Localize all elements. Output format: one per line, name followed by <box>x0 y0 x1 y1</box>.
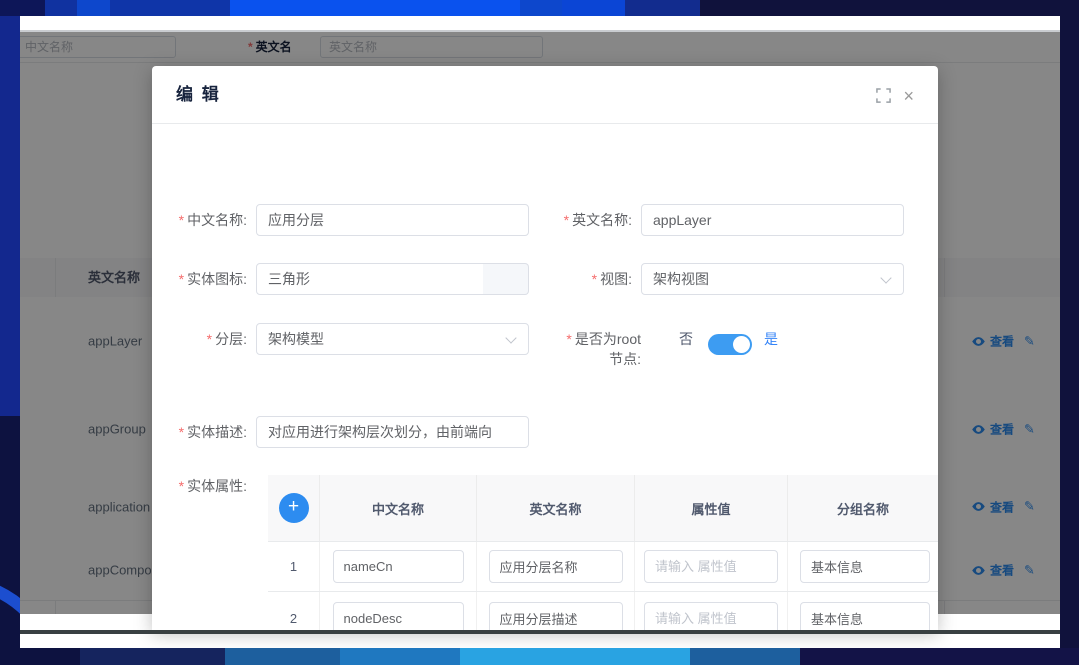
attr-col-cn-name: 中文名称 <box>320 475 477 541</box>
attr-col-en-name: 英文名称 <box>477 475 635 541</box>
entity-desc-input[interactable] <box>256 416 529 448</box>
is-root-toggle[interactable] <box>708 334 752 355</box>
is-root-label: *是否为root节点: <box>561 323 641 369</box>
row-index: 1 <box>290 559 297 574</box>
desktop-left-edge <box>0 16 20 648</box>
entity-icon-label: *实体图标: <box>156 263 247 295</box>
add-attribute-button[interactable]: + <box>279 493 309 523</box>
toggle-on-text: 是 <box>764 323 778 355</box>
en-name-input[interactable] <box>641 204 904 236</box>
fullscreen-icon[interactable] <box>876 88 891 103</box>
attr-en-input[interactable] <box>489 602 623 630</box>
layer-label: *分层: <box>156 323 247 355</box>
view-label: *视图: <box>541 263 632 295</box>
attr-table-header: + 中文名称 英文名称 属性值 分组名称 <box>268 475 938 542</box>
modal-header: 编 辑 × <box>152 66 938 124</box>
en-name-label: *英文名称: <box>541 204 632 236</box>
view-select-value: 架构视图 <box>653 271 709 287</box>
edit-modal: 编 辑 × *中文名称: *英文名称: *实体图标: <box>152 66 938 630</box>
attr-value-input[interactable] <box>644 602 778 630</box>
attr-row: 1 <box>268 542 938 592</box>
cn-name-label: *中文名称: <box>156 204 247 236</box>
attr-cn-input[interactable] <box>333 602 464 630</box>
row-index: 2 <box>290 611 297 626</box>
layer-select-value: 架构模型 <box>268 331 324 347</box>
window-titlebar <box>20 16 1060 32</box>
modal-title: 编 辑 <box>176 66 221 123</box>
entity-icon-input[interactable] <box>256 263 484 295</box>
attr-row: 2 <box>268 592 938 630</box>
modal-body: *中文名称: *英文名称: *实体图标: *视图: 架构视图 *分层: <box>152 124 938 630</box>
cn-name-input[interactable] <box>256 204 529 236</box>
entity-icon-picker-button[interactable] <box>483 263 529 295</box>
entity-attrs-label: *实体属性: <box>156 476 247 496</box>
attr-group-input[interactable] <box>800 550 930 583</box>
desktop-right-edge <box>1060 0 1079 665</box>
attr-group-input[interactable] <box>800 602 930 630</box>
entity-attrs-table: + 中文名称 英文名称 属性值 分组名称 1 2 <box>268 475 938 630</box>
window-bottom-edge <box>20 630 1060 634</box>
attr-col-value: 属性值 <box>635 475 788 541</box>
chevron-down-icon <box>505 332 516 343</box>
attr-value-input[interactable] <box>644 550 778 583</box>
attr-col-group: 分组名称 <box>788 475 938 541</box>
close-icon[interactable]: × <box>903 89 914 103</box>
chevron-down-icon <box>880 272 891 283</box>
attr-cn-input[interactable] <box>333 550 464 583</box>
toggle-off-text: 否 <box>679 323 693 355</box>
desktop-bottom-band <box>0 648 1079 665</box>
entity-desc-label: *实体描述: <box>156 416 247 448</box>
desktop-canvas: *英文名 英文名称 appLayer 查看 ✎ appGroup <box>0 0 1079 665</box>
attr-en-input[interactable] <box>489 550 623 583</box>
layer-select[interactable]: 架构模型 <box>256 323 529 355</box>
toggle-knob <box>733 336 750 353</box>
desktop-top-band <box>0 0 1079 16</box>
view-select[interactable]: 架构视图 <box>641 263 904 295</box>
